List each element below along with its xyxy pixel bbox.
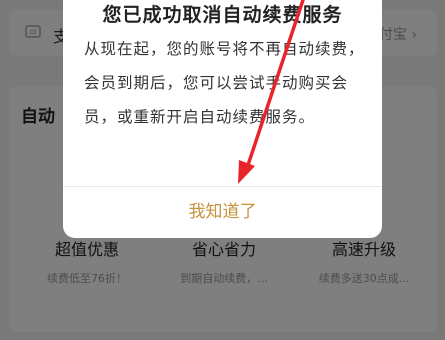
confirm-button[interactable]: 我知道了 bbox=[63, 187, 382, 238]
cancel-auto-renew-dialog: 您已成功取消自动续费服务 从现在起，您的账号将不再自动续费，会员到期后，您可以尝… bbox=[63, 0, 382, 238]
dialog-title: 您已成功取消自动续费服务 bbox=[102, 4, 343, 26]
dialog-message: 从现在起，您的账号将不再自动续费，会员到期后，您可以尝试手动购买会员，或重新开启… bbox=[84, 40, 365, 126]
